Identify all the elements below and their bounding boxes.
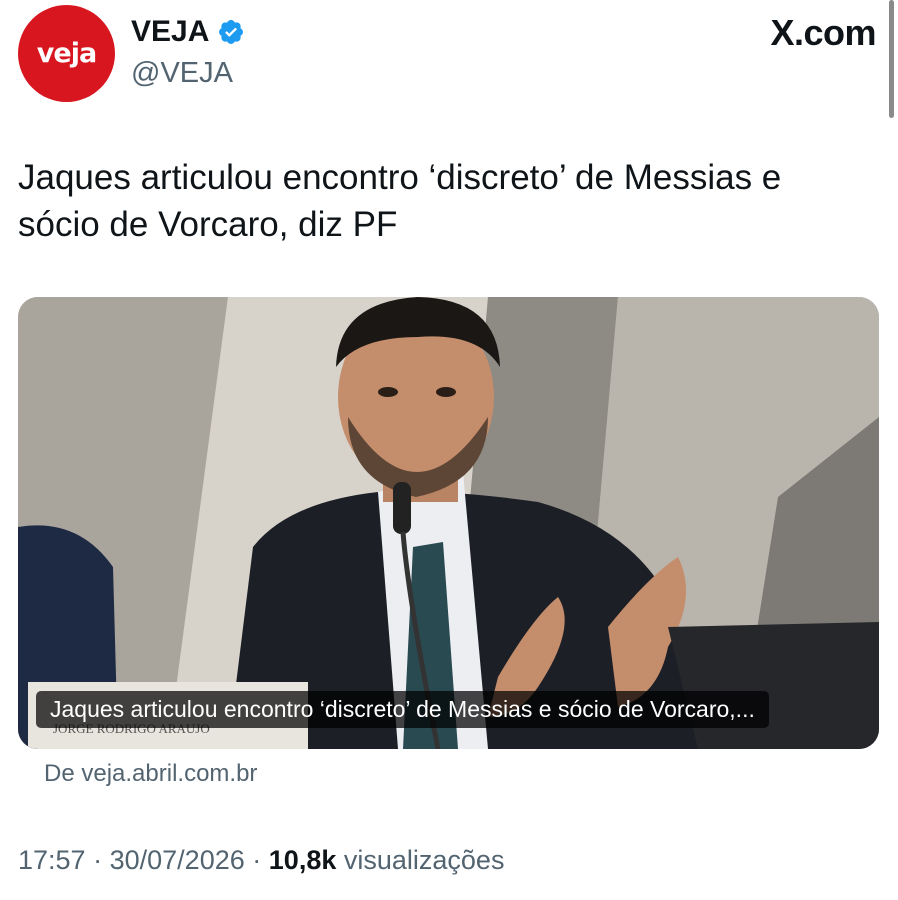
site-label: X.com bbox=[770, 12, 876, 53]
avatar-logo-text: veja bbox=[36, 38, 97, 69]
meta-separator: · bbox=[93, 845, 103, 875]
tweet-text: Jaques articulou encontro ‘discreto’ de … bbox=[18, 154, 868, 248]
link-card[interactable]: JORGE RODRIGO ARAUJO Jaques articulou en… bbox=[18, 297, 879, 749]
tweet-date[interactable]: 30/07/2026 bbox=[110, 845, 245, 875]
account-handle[interactable]: @VEJA bbox=[131, 57, 233, 90]
tweet-text-line-1: Jaques articulou encontro ‘discreto’ de … bbox=[18, 158, 782, 197]
meta-separator: · bbox=[252, 845, 262, 875]
tweet-text-line-2: sócio de Vorcaro, diz PF bbox=[18, 205, 398, 244]
views-label: visualizações bbox=[343, 845, 505, 875]
name-row: VEJA bbox=[131, 15, 245, 49]
display-name[interactable]: VEJA bbox=[131, 15, 209, 49]
tweet-metadata: 17:57 · 30/07/2026 · 10,8k visualizações bbox=[18, 845, 504, 876]
views-count[interactable]: 10,8k bbox=[269, 845, 337, 875]
verified-badge-icon bbox=[219, 20, 244, 44]
tweet-header: veja VEJA @VEJA bbox=[18, 5, 878, 105]
card-title-overlay: Jaques articulou encontro ‘discreto’ de … bbox=[36, 691, 769, 728]
card-photo: JORGE RODRIGO ARAUJO bbox=[18, 297, 879, 749]
tweet-time[interactable]: 17:57 bbox=[18, 845, 86, 875]
scrollbar[interactable] bbox=[889, 0, 894, 118]
avatar[interactable]: veja bbox=[18, 5, 115, 102]
card-source-link[interactable]: De veja.abril.com.br bbox=[44, 760, 257, 788]
